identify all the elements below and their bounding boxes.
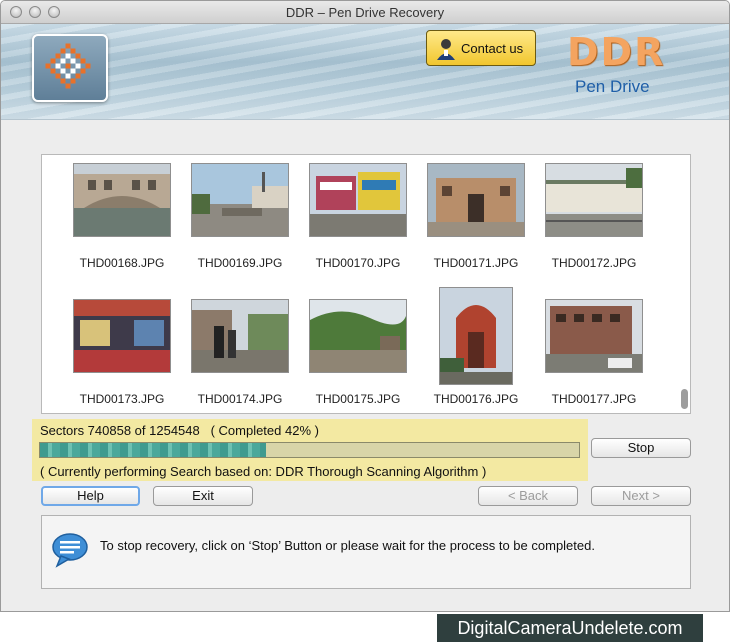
thumbnail-thd00168[interactable] bbox=[73, 163, 171, 237]
thumbnail-thd00174[interactable] bbox=[191, 299, 289, 373]
thumbnail-caption: THD00168.JPG bbox=[79, 256, 165, 270]
app-window: DDR – Pen Drive Recovery Contact us DDR … bbox=[0, 0, 730, 612]
contact-us-label: Contact us bbox=[461, 41, 524, 56]
thumbnail-thd00172[interactable] bbox=[545, 163, 643, 237]
scan-status-text: ( Currently performing Search based on: … bbox=[40, 464, 487, 479]
thumbnail-thd00173[interactable] bbox=[73, 299, 171, 373]
thumbnail-thd00176[interactable] bbox=[439, 287, 513, 385]
progress-bar-fill bbox=[40, 443, 267, 457]
progress-bar bbox=[39, 442, 580, 458]
thumbnail-thd00175[interactable] bbox=[309, 299, 407, 373]
back-button[interactable]: < Back bbox=[478, 486, 578, 506]
title-bar: DDR – Pen Drive Recovery bbox=[1, 1, 729, 24]
header-banner: Contact us DDR Pen Drive bbox=[1, 24, 729, 120]
photo-station bbox=[546, 164, 642, 236]
thumbnail-thd00170[interactable] bbox=[309, 163, 407, 237]
thumbnail-caption: THD00176.JPG bbox=[433, 392, 519, 406]
thumbnail-caption: THD00175.JPG bbox=[315, 392, 401, 406]
thumbnail-caption: THD00177.JPG bbox=[551, 392, 637, 406]
thumbnail-thd00177[interactable] bbox=[545, 299, 643, 373]
info-message: To stop recovery, click on ‘Stop’ Button… bbox=[100, 538, 595, 553]
brand-name: DDR bbox=[567, 30, 666, 74]
photo-bridge bbox=[74, 164, 170, 236]
checker-logo-icon bbox=[45, 43, 91, 89]
thumbnail-caption: THD00172.JPG bbox=[551, 256, 637, 270]
thumbnail-caption: THD00170.JPG bbox=[315, 256, 401, 270]
app-logo bbox=[32, 34, 108, 102]
photo-building bbox=[546, 300, 642, 372]
thumbnail-thd00169[interactable] bbox=[191, 163, 289, 237]
gallery-scrollbar[interactable] bbox=[681, 389, 688, 409]
contact-us-button[interactable]: Contact us bbox=[426, 30, 536, 66]
photo-market bbox=[310, 164, 406, 236]
stop-button[interactable]: Stop bbox=[591, 438, 691, 458]
recovered-files-gallery[interactable]: THD00168.JPG THD00169.JPG THD00170.JPG T… bbox=[41, 154, 691, 414]
footer-website: DigitalCameraUndelete.com bbox=[437, 614, 703, 642]
thumbnail-caption: THD00174.JPG bbox=[197, 392, 283, 406]
sectors-progress-text: Sectors 740858 of 1254548 ( Completed 42… bbox=[40, 423, 319, 438]
brand-subtitle: Pen Drive bbox=[575, 77, 650, 96]
photo-street bbox=[192, 300, 288, 372]
thumbnail-caption: THD00171.JPG bbox=[433, 256, 519, 270]
photo-temple bbox=[440, 288, 512, 384]
photo-mall bbox=[74, 300, 170, 372]
speech-bubble-icon bbox=[52, 533, 88, 568]
help-button[interactable]: Help bbox=[41, 486, 140, 506]
progress-panel: Sectors 740858 of 1254548 ( Completed 42… bbox=[32, 419, 588, 481]
person-icon bbox=[437, 39, 455, 60]
window-title: DDR – Pen Drive Recovery bbox=[285, 5, 445, 20]
photo-fort bbox=[428, 164, 524, 236]
thumbnail-thd00171[interactable] bbox=[427, 163, 525, 237]
info-panel: To stop recovery, click on ‘Stop’ Button… bbox=[41, 515, 691, 589]
photo-harbor bbox=[192, 164, 288, 236]
thumbnail-caption: THD00173.JPG bbox=[79, 392, 165, 406]
next-button[interactable]: Next > bbox=[591, 486, 691, 506]
thumbnail-caption: THD00169.JPG bbox=[197, 256, 283, 270]
photo-trail bbox=[310, 300, 406, 372]
exit-button[interactable]: Exit bbox=[153, 486, 253, 506]
